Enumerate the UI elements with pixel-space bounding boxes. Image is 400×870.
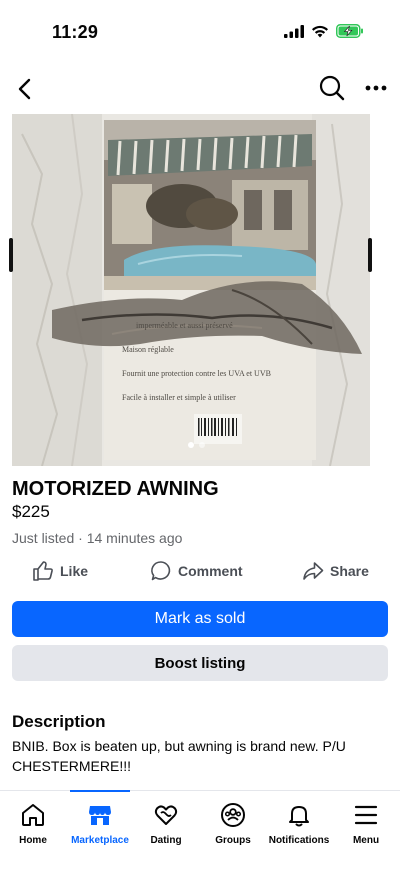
tab-label: Groups [215, 835, 251, 846]
listing-meta: Just listed · 14 minutes ago [12, 530, 183, 546]
tab-label: Menu [352, 835, 380, 846]
battery-charging-icon [336, 24, 363, 38]
box-text-line: Facile à installer et simple à utiliser [122, 393, 236, 402]
tab-label: Home [19, 835, 47, 846]
menu-icon [352, 801, 380, 829]
more-horizontal-icon[interactable] [364, 78, 388, 98]
tab-notifications[interactable]: Notifications [264, 801, 334, 846]
box-text-line: Maison réglable [122, 345, 174, 354]
carousel-dot-active [188, 442, 194, 448]
back-button[interactable] [14, 74, 36, 104]
tab-menu[interactable]: Menu [331, 801, 400, 846]
tab-marketplace[interactable]: Marketplace [65, 801, 135, 846]
listing-actions: Like Comment Share [0, 560, 400, 588]
nav-bar [0, 70, 400, 110]
box-text-line: Fournit une protection contre les UVA et… [122, 369, 271, 378]
listing-photo-carousel[interactable]: imperméable et aussi préservé Maison rég… [0, 114, 400, 466]
like-button[interactable]: Like [32, 560, 88, 582]
tab-label: Dating [150, 835, 182, 846]
listing-photo[interactable]: imperméable et aussi préservé Maison rég… [12, 114, 370, 466]
heart-icon [152, 801, 180, 829]
description-text: BNIB. Box is beaten up, but awning is br… [12, 738, 346, 774]
home-icon [19, 801, 47, 829]
bottom-tab-bar: Home Marketplace Dating Groups Notificat… [0, 790, 400, 870]
tab-dating[interactable]: Dating [131, 801, 201, 846]
photo-edge [9, 238, 13, 272]
thumbs-up-icon [33, 561, 53, 581]
photo-edge [368, 238, 372, 272]
listing-title: MOTORIZED AWNING [12, 478, 219, 500]
box-text-line: imperméable et aussi préservé [136, 321, 233, 330]
cellular-signal-icon [284, 24, 304, 38]
description-heading: Description [12, 712, 106, 731]
search-icon[interactable] [318, 74, 346, 102]
tab-label: Notifications [268, 835, 330, 846]
mark-as-sold-button[interactable]: Mark as sold [12, 601, 388, 637]
comment-label: Comment [178, 563, 243, 579]
groups-icon [219, 801, 247, 829]
status-icons [284, 24, 364, 38]
tab-home[interactable]: Home [0, 801, 68, 846]
share-label: Share [330, 563, 369, 579]
comment-button[interactable]: Comment [150, 560, 243, 582]
marketplace-icon [86, 801, 114, 829]
tab-label: Marketplace [71, 835, 129, 846]
share-button[interactable]: Share [302, 560, 369, 582]
like-label: Like [60, 563, 89, 579]
boost-listing-button[interactable]: Boost listing [12, 645, 388, 681]
active-tab-indicator [70, 790, 130, 792]
listing-price: $225 [12, 502, 50, 521]
status-time: 11:29 [52, 22, 99, 42]
status-bar: 11:29 [0, 0, 400, 62]
comment-icon [151, 561, 171, 581]
bell-icon [285, 801, 313, 829]
wifi-icon [312, 25, 328, 37]
tab-groups[interactable]: Groups [198, 801, 268, 846]
carousel-dot [199, 442, 205, 448]
share-icon [303, 562, 324, 580]
carousel-dots [188, 442, 205, 448]
